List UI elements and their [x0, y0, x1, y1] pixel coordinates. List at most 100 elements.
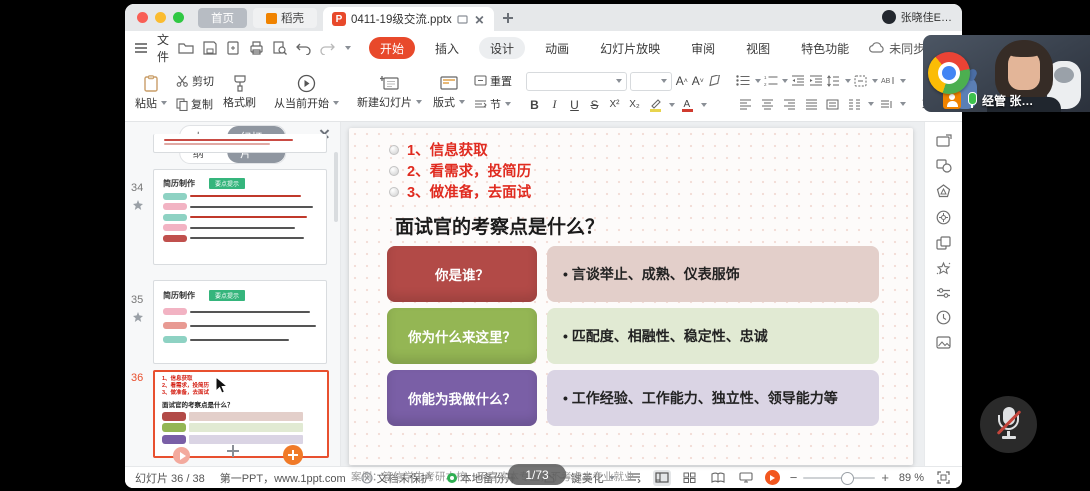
insert-slide-button[interactable]: [283, 445, 303, 465]
open-file-icon[interactable]: [178, 40, 194, 57]
tab-docer[interactable]: 稻壳: [253, 8, 317, 28]
copy-button[interactable]: 复制: [176, 96, 214, 112]
decrease-font-icon[interactable]: A˅: [691, 73, 704, 89]
smart-tools-icon[interactable]: [936, 210, 951, 225]
layout-button[interactable]: 版式: [429, 67, 469, 118]
line-spacing-icon[interactable]: [826, 72, 841, 89]
font-family-select[interactable]: [526, 72, 627, 91]
sidebar-scrollbar[interactable]: [334, 152, 338, 222]
redo-icon[interactable]: [320, 40, 335, 57]
shapes-panel-icon[interactable]: [936, 159, 952, 173]
slide-thumbnail-33-partial[interactable]: [153, 134, 327, 153]
ribbon-tab-animation[interactable]: 动画: [534, 37, 580, 59]
align-left-icon[interactable]: [736, 96, 755, 113]
cut-label: 剪切: [192, 73, 214, 89]
presenter-view-icon[interactable]: [737, 470, 755, 486]
zoom-out-button[interactable]: −: [790, 470, 798, 485]
save-icon[interactable]: [203, 40, 217, 57]
strikethrough-button[interactable]: S: [586, 97, 603, 113]
ribbon-tab-insert[interactable]: 插入: [424, 37, 470, 59]
justify-icon[interactable]: [802, 96, 821, 113]
increase-indent-icon[interactable]: [809, 72, 824, 89]
font-size-select[interactable]: [630, 72, 672, 91]
pin-tab-icon[interactable]: [457, 14, 468, 25]
effects-panel-icon[interactable]: [936, 261, 951, 276]
print-preview-icon[interactable]: [273, 40, 287, 57]
menu-file[interactable]: 文件: [157, 31, 169, 65]
close-window-button[interactable]: [137, 12, 148, 23]
text-align-box-icon[interactable]: [854, 72, 869, 89]
ribbon-tab-view[interactable]: 视图: [735, 37, 781, 59]
close-tab-icon[interactable]: [473, 13, 485, 25]
paragraph-spacing-icon[interactable]: [877, 96, 896, 113]
increase-font-icon[interactable]: A˄: [675, 73, 688, 89]
hamburger-menu-icon[interactable]: [134, 40, 148, 57]
pane-toggle-icon[interactable]: [936, 134, 952, 148]
decrease-indent-icon[interactable]: [791, 72, 806, 89]
highlight-color-button[interactable]: [646, 96, 665, 113]
zoom-percent[interactable]: 89 %: [899, 472, 924, 484]
browser-app-icon[interactable]: [928, 52, 970, 94]
tab-document[interactable]: P 0411-19级交流.pptx: [323, 7, 494, 31]
numbered-list-icon[interactable]: 12: [764, 72, 779, 89]
slide-canvas[interactable]: 1、信息获取 2、看需求，投简历 3、做准备，去面试 面试官的考察点是什么？ 你…: [341, 122, 924, 466]
mic-muted-button[interactable]: [980, 396, 1037, 453]
tab-home[interactable]: 首页: [198, 8, 247, 28]
font-color-button[interactable]: A: [678, 96, 697, 113]
slide-sorter-icon[interactable]: [681, 470, 699, 486]
subscript-button[interactable]: X₂: [626, 97, 643, 113]
align-right-icon[interactable]: [780, 96, 799, 113]
normal-view-icon[interactable]: [653, 470, 671, 486]
underline-button[interactable]: U: [566, 97, 583, 113]
ribbon-tab-features[interactable]: 特色功能: [790, 37, 860, 59]
bullet-list-icon[interactable]: [736, 72, 751, 89]
ribbon-tab-design[interactable]: 设计: [479, 37, 525, 59]
sync-status[interactable]: 未同步: [869, 40, 925, 57]
new-tab-button[interactable]: [500, 10, 516, 26]
undo-icon[interactable]: [296, 40, 311, 57]
export-pdf-icon[interactable]: [226, 40, 240, 57]
account-area[interactable]: 张晓佳E…: [882, 9, 952, 25]
italic-button[interactable]: I: [546, 97, 563, 113]
new-slide-button[interactable]: 新建幻灯片: [353, 67, 426, 118]
fit-screen-icon[interactable]: [934, 470, 952, 486]
section-button[interactable]: 节: [474, 96, 512, 112]
cut-button[interactable]: 剪切: [176, 73, 214, 89]
clear-format-icon[interactable]: [707, 73, 722, 90]
image-panel-icon[interactable]: [936, 336, 951, 349]
print-icon[interactable]: [249, 40, 264, 57]
bold-button[interactable]: B: [526, 97, 543, 113]
reading-view-icon[interactable]: [709, 470, 727, 486]
current-slide[interactable]: 1、信息获取 2、看需求，投简历 3、做准备，去面试 面试官的考察点是什么？ 你…: [349, 128, 913, 465]
columns-icon[interactable]: [845, 96, 864, 113]
play-from-slide-button[interactable]: [173, 447, 190, 464]
slide-thumbnail-35[interactable]: 简历制作 要点提示: [153, 280, 327, 364]
play-from-current-button[interactable]: 从当前开始: [270, 67, 343, 118]
format-painter-button[interactable]: 格式刷: [219, 67, 260, 118]
slide-thumbnail-34[interactable]: 简历制作 要点提示: [153, 169, 327, 265]
zoom-in-button[interactable]: +: [881, 470, 889, 485]
layers-panel-icon[interactable]: [936, 236, 951, 250]
zoom-slider-thumb[interactable]: [841, 472, 854, 485]
minimize-window-button[interactable]: [155, 12, 166, 23]
slideshow-play-button[interactable]: [765, 470, 780, 485]
ribbon-tab-review[interactable]: 审阅: [680, 37, 726, 59]
distribute-icon[interactable]: [823, 96, 842, 113]
paste-button[interactable]: 粘贴: [131, 67, 171, 118]
docer-icon: [266, 13, 277, 24]
zoom-slider[interactable]: [803, 477, 875, 479]
reset-button[interactable]: 重置: [474, 73, 512, 89]
align-center-icon[interactable]: [758, 96, 777, 113]
ribbon-tab-slideshow[interactable]: 幻灯片放映: [589, 37, 671, 59]
superscript-button[interactable]: X²: [606, 97, 623, 113]
maximize-window-button[interactable]: [173, 12, 184, 23]
design-panel-icon[interactable]: [936, 184, 951, 199]
history-panel-icon[interactable]: [936, 310, 951, 325]
settings-panel-icon[interactable]: [936, 287, 951, 299]
text-direction-icon[interactable]: AB: [881, 72, 896, 89]
ribbon-tab-start[interactable]: 开始: [369, 37, 415, 59]
tab-home-label: 首页: [211, 10, 234, 26]
add-slide-button[interactable]: [224, 442, 242, 460]
bullet-1: 1、信息获取: [407, 139, 488, 160]
quick-tools-chevron-icon[interactable]: [345, 46, 351, 50]
